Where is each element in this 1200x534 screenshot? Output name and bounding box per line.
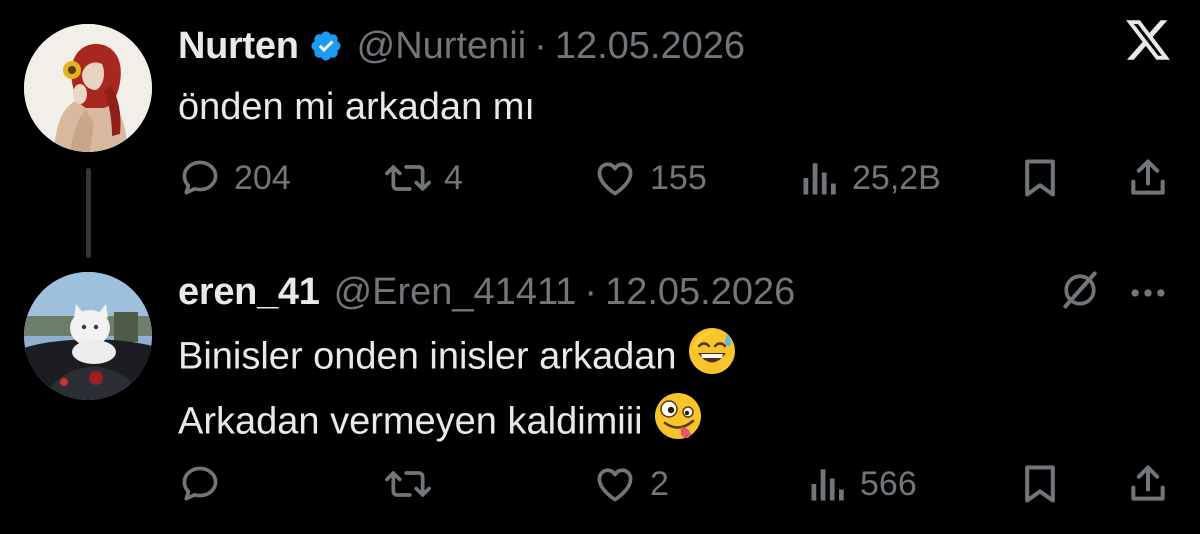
separator: ·	[584, 271, 598, 313]
like-button[interactable]: 2	[592, 456, 669, 512]
x-logo-icon	[1126, 20, 1170, 60]
like-button[interactable]: 155	[592, 150, 707, 206]
retweet-button[interactable]: 4	[384, 150, 463, 206]
reply-count: 204	[234, 158, 291, 197]
views-count: 566	[860, 464, 917, 503]
avatar-illustration	[24, 24, 152, 152]
bookmark-icon	[1025, 465, 1055, 503]
timestamp[interactable]: 12.05.2026	[605, 270, 795, 314]
timestamp[interactable]: 12.05.2026	[555, 24, 745, 68]
handle[interactable]: @Eren_41411	[334, 270, 577, 314]
reply-button[interactable]	[178, 456, 234, 512]
tweet-text-line-1: Binisler onden inisler arkadan	[178, 335, 677, 378]
grinning-sweat-emoji	[687, 326, 737, 391]
views-count: 25,2B	[852, 158, 941, 197]
views-icon	[811, 469, 844, 501]
heart-icon	[597, 162, 633, 196]
tweet-header: eren_41 @Eren_41411 · 12.05.2026	[178, 270, 795, 314]
display-name[interactable]: Nurten	[178, 24, 299, 68]
heart-icon	[597, 468, 633, 502]
tweet-text: önden mi arkadan mı	[178, 80, 535, 134]
reply-icon	[182, 160, 218, 195]
tweet-text-line: Binisler onden inisler arkadan	[178, 326, 737, 391]
bookmark-button[interactable]	[1020, 456, 1060, 512]
tweet-actions: 204 4 155 25,2B	[0, 150, 1200, 206]
tweet-actions: 2 566	[0, 456, 1200, 512]
bookmark-icon	[1025, 159, 1055, 197]
retweet-button[interactable]	[384, 456, 444, 512]
tweet-text-line-2: Arkadan vermeyen kaldimiii	[178, 400, 643, 443]
like-count: 2	[650, 464, 669, 503]
avatar[interactable]	[24, 24, 152, 152]
share-icon	[1131, 465, 1165, 501]
retweet-count: 4	[444, 158, 463, 197]
separator: ·	[534, 25, 547, 67]
grok-icon[interactable]	[1058, 268, 1102, 312]
retweet-icon	[385, 471, 431, 497]
share-button[interactable]	[1126, 150, 1170, 206]
tweet-text: Binisler onden inisler arkadan Arkadan v…	[178, 326, 737, 456]
zany-face-emoji	[653, 391, 703, 456]
like-count: 155	[650, 158, 707, 197]
share-icon	[1131, 159, 1165, 195]
views-button[interactable]: 25,2B	[800, 150, 941, 206]
more-icon[interactable]	[1126, 278, 1170, 308]
retweet-icon	[385, 165, 431, 191]
bookmark-button[interactable]	[1020, 150, 1060, 206]
reply-button[interactable]: 204	[178, 150, 291, 206]
handle[interactable]: @Nurtenii	[357, 24, 527, 68]
views-button[interactable]: 566	[808, 456, 917, 512]
avatar-photo	[24, 272, 152, 400]
reply-icon	[182, 466, 218, 501]
tweet-text-line: Arkadan vermeyen kaldimiii	[178, 391, 737, 456]
verified-badge-icon	[311, 31, 341, 61]
tweet-header: Nurten @Nurtenii · 12.05.2026	[178, 24, 745, 68]
views-icon	[803, 163, 836, 195]
avatar[interactable]	[24, 272, 152, 400]
tweet-text-line: önden mi arkadan mı	[178, 86, 535, 128]
share-button[interactable]	[1126, 456, 1170, 512]
display-name[interactable]: eren_41	[178, 270, 320, 314]
